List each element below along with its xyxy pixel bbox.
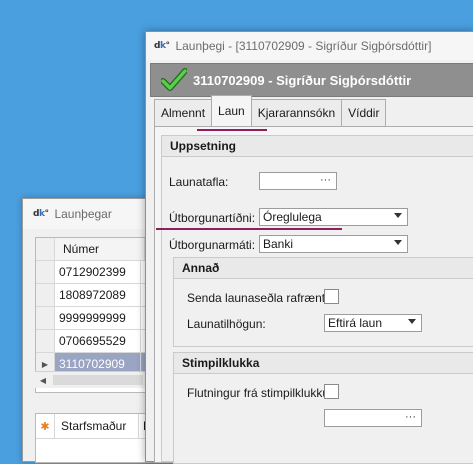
window-titlebar[interactable]: dk° Launþegi - [3110702909 - Sigríður Si… bbox=[146, 32, 473, 60]
tab-viddir[interactable]: Víddir bbox=[341, 99, 387, 126]
launatilhogun-dropdown[interactable]: Eftirá laun bbox=[324, 314, 422, 332]
chevron-down-icon bbox=[394, 240, 402, 245]
scrollbar-thumb[interactable] bbox=[53, 375, 143, 385]
active-tab-underline bbox=[197, 129, 267, 131]
new-row-star-icon: ✱ bbox=[36, 414, 55, 438]
utborgunartidni-label: Útborgunartíðni: bbox=[169, 211, 256, 225]
chevron-down-icon bbox=[408, 319, 416, 324]
tab-strip: Almennt Laun Kjararannsókn Víddir bbox=[154, 95, 387, 126]
checkmark-icon bbox=[161, 68, 187, 91]
launatafla-field[interactable]: ··· bbox=[259, 172, 337, 190]
window-title: Launþegi - [3110702909 - Sigríður Sigþór… bbox=[175, 39, 432, 53]
launthegi-window: dk° Launþegi - [3110702909 - Sigríður Si… bbox=[145, 31, 473, 464]
utborgunartidni-underline bbox=[156, 228, 342, 230]
column-header-starfsmadur[interactable]: Starfsmaður bbox=[55, 414, 139, 438]
chevron-down-icon bbox=[394, 213, 402, 218]
dk-logo-icon: dk° bbox=[33, 209, 49, 219]
reiknirregla-field[interactable]: ··· bbox=[324, 409, 422, 427]
tab-almennt[interactable]: Almennt bbox=[154, 99, 213, 126]
scroll-left-icon[interactable]: ◀ bbox=[35, 376, 51, 385]
bg-window-title: Launþegar bbox=[54, 207, 112, 221]
stimpilklukka-heading: Stimpilklukka bbox=[174, 353, 473, 374]
tab-kjararannsokn[interactable]: Kjararannsókn bbox=[250, 99, 343, 126]
launatafla-label: Launatafla: bbox=[169, 175, 229, 189]
ellipsis-button[interactable]: ··· bbox=[405, 411, 416, 423]
employee-header-title: 3110702909 - Sigríður Sigþórsdóttir bbox=[193, 72, 412, 88]
flutningur-label: Flutningur frá stimpilklukku: bbox=[187, 386, 333, 400]
ellipsis-button[interactable]: ··· bbox=[320, 174, 331, 186]
utborgunarmati-dropdown[interactable]: Banki bbox=[259, 235, 408, 253]
tab-laun[interactable]: Laun bbox=[211, 95, 252, 126]
annad-section: Annað Senda launaseðla rafrænt: Launatil… bbox=[173, 257, 473, 347]
launatilhogun-label: Launatilhögun: bbox=[187, 317, 266, 331]
utborgunartidni-dropdown[interactable]: Óreglulega bbox=[259, 208, 408, 226]
stimpilklukka-section: Stimpilklukka Flutningur frá stimpilkluk… bbox=[173, 352, 473, 464]
column-header-numer[interactable]: Númer bbox=[55, 238, 145, 260]
laun-tab-panel: Uppsetning Launatafla: ··· Útborgunartíð… bbox=[154, 126, 473, 464]
employee-header-band: 3110702909 - Sigríður Sigþórsdóttir bbox=[150, 63, 473, 97]
uppsetning-section: Uppsetning Launatafla: ··· Útborgunartíð… bbox=[161, 135, 473, 464]
senda-launasedla-checkbox[interactable] bbox=[324, 289, 339, 304]
uppsetning-heading: Uppsetning bbox=[162, 136, 473, 157]
flutningur-checkbox[interactable] bbox=[324, 384, 339, 399]
senda-launasedla-label: Senda launaseðla rafrænt: bbox=[187, 291, 329, 305]
dk-logo-icon: dk° bbox=[154, 41, 170, 51]
utborgunarmati-label: Útborgunarmáti: bbox=[169, 238, 256, 252]
annad-heading: Annað bbox=[174, 258, 473, 279]
